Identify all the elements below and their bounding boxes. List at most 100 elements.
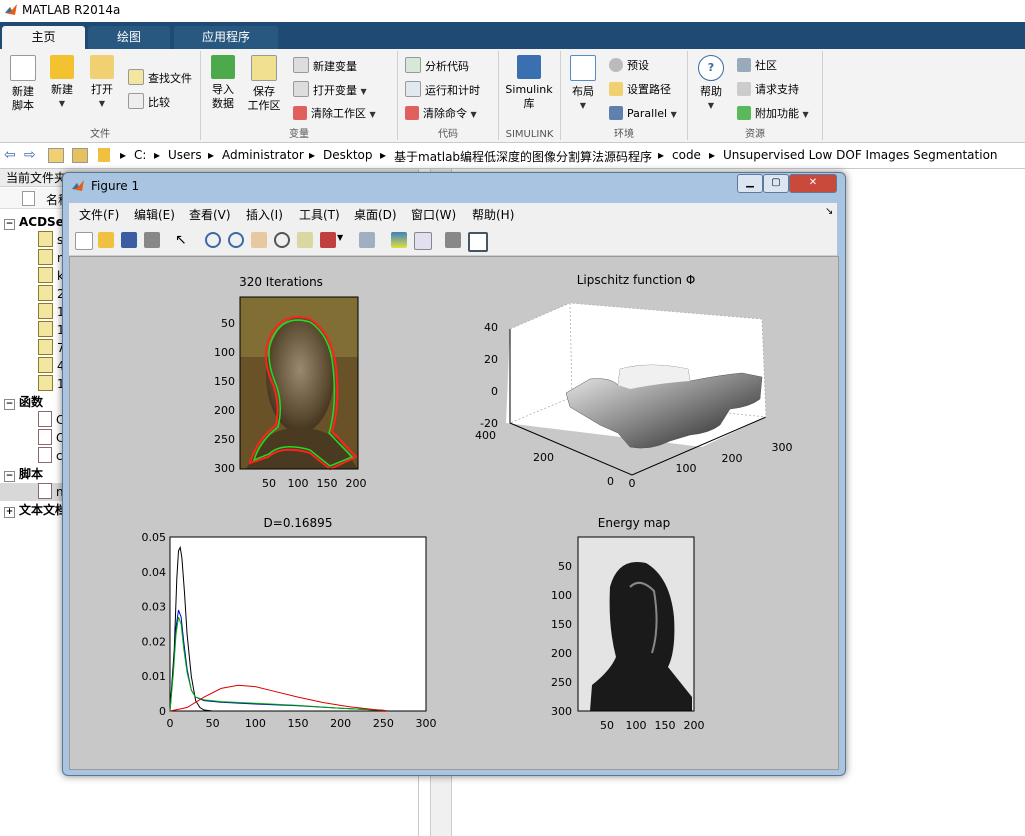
colorbar-icon[interactable] — [391, 232, 407, 248]
zoom-out-icon[interactable] — [228, 232, 244, 248]
open-file-icon[interactable] — [98, 232, 114, 248]
import-data-button[interactable]: 导入 数据 — [204, 51, 242, 111]
list-item[interactable]: C — [38, 411, 64, 429]
compare-button[interactable]: 比较 — [128, 93, 170, 111]
community-button[interactable]: 社区 — [737, 57, 777, 75]
tab-apps[interactable]: 应用程序 — [174, 26, 278, 49]
y-tick-label: 0.02 — [142, 635, 167, 648]
breadcrumb-segment[interactable]: C: — [134, 148, 146, 162]
svg-text:0: 0 — [491, 385, 498, 398]
print-icon[interactable] — [144, 232, 160, 248]
open-variable-button[interactable]: 打开变量 ▼ — [293, 81, 367, 99]
menu-file[interactable]: 文件(F) — [79, 206, 119, 223]
request-support-button[interactable]: 请求支持 — [737, 81, 799, 99]
new-figure-icon[interactable] — [75, 232, 93, 250]
svg-text:40: 40 — [484, 321, 498, 334]
dock-arrow-icon[interactable]: ↘ — [825, 206, 833, 217]
new-variable-button[interactable]: 新建变量 — [293, 57, 357, 75]
save-icon[interactable] — [121, 232, 137, 248]
pan-hand-icon[interactable] — [251, 232, 267, 248]
link-plot-icon[interactable] — [359, 232, 375, 248]
image-file-icon — [38, 339, 53, 355]
open-button[interactable]: 打开 ▼ — [83, 51, 121, 111]
clear-commands-button[interactable]: 清除命令 ▼ — [405, 105, 477, 123]
menu-desktop[interactable]: 桌面(D) — [354, 206, 397, 223]
pointer-icon[interactable]: ↖ — [175, 232, 191, 248]
back-arrow-icon[interactable]: ⇦ — [4, 147, 16, 163]
breadcrumb-segment[interactable]: Unsupervised Low DOF Images Segmentation — [723, 148, 998, 162]
forward-arrow-icon[interactable]: ⇨ — [24, 147, 36, 163]
preferences-button[interactable]: 预设 — [609, 57, 649, 75]
maximize-button[interactable]: ▢ — [763, 174, 789, 193]
menu-help[interactable]: 帮助(H) — [472, 206, 514, 223]
tree-group-text-docs[interactable]: + 文本文档 — [0, 501, 67, 519]
collapse-icon[interactable]: − — [4, 399, 15, 410]
list-item[interactable]: 2 — [38, 285, 65, 303]
parallel-button[interactable]: Parallel ▼ — [609, 105, 677, 123]
run-and-time-button[interactable]: 运行和计时 — [405, 81, 480, 99]
ribbon: 新建 脚本 新建 ▼ 打开 ▼ 查找文件 比较 文件 导入 数据 保存 工作区 … — [0, 49, 1025, 143]
breadcrumb-segment[interactable]: Administrator — [222, 148, 304, 162]
list-item[interactable]: 1 — [38, 321, 65, 339]
addons-button[interactable]: 附加功能 ▼ — [737, 105, 809, 123]
list-item[interactable]: n — [38, 249, 65, 267]
show-plot-tools-icon[interactable] — [468, 232, 488, 252]
y-axis-ticks: 0 0.01 0.02 0.03 0.04 0.05 — [142, 531, 167, 718]
tree-group-functions[interactable]: − 函数 — [0, 393, 43, 411]
import-icon — [211, 55, 235, 79]
list-item[interactable]: 7 — [38, 339, 65, 357]
breadcrumb-segment[interactable]: 基于matlab编程低深度的图像分割算法源码程序 — [394, 148, 652, 165]
legend-icon[interactable] — [414, 232, 432, 250]
brush-icon[interactable] — [320, 232, 336, 248]
list-item[interactable]: 1 — [38, 375, 65, 393]
plot-title: D=0.16895 — [264, 516, 333, 530]
list-item[interactable]: C — [38, 429, 64, 447]
chevron-down-icon[interactable]: ▼ — [337, 233, 343, 242]
minimize-button[interactable]: ▁ — [737, 174, 763, 193]
up-folder-icon[interactable] — [48, 148, 64, 163]
breadcrumb-segment[interactable]: Desktop — [323, 148, 373, 162]
tab-plots[interactable]: 绘图 — [88, 26, 170, 49]
expand-icon[interactable]: + — [4, 507, 15, 518]
menu-insert[interactable]: 插入(I) — [246, 206, 283, 223]
menu-edit[interactable]: 编辑(E) — [134, 206, 175, 223]
energy-map-plot: Energy map 50 100 150 200 250 300 50 100 — [551, 516, 705, 732]
image-file-icon — [38, 249, 53, 265]
y-tick-label: 0.01 — [142, 670, 167, 683]
new-script-button[interactable]: 新建 脚本 — [4, 51, 42, 113]
clear-workspace-button[interactable]: 清除工作区 ▼ — [293, 105, 376, 123]
zoom-in-icon[interactable] — [205, 232, 221, 248]
svg-text:200: 200 — [684, 719, 705, 732]
menu-window[interactable]: 窗口(W) — [411, 206, 456, 223]
figure-title-bar[interactable]: Figure 1 ▁ ▢ ✕ — [63, 173, 845, 201]
set-path-button[interactable]: 设置路径 — [609, 81, 671, 99]
collapse-icon[interactable]: − — [4, 219, 15, 230]
close-button[interactable]: ✕ — [789, 174, 837, 193]
tab-home[interactable]: 主页 — [2, 26, 85, 49]
chevron-down-icon: ▼ — [98, 99, 106, 108]
analyze-code-button[interactable]: 分析代码 — [405, 57, 469, 75]
list-item[interactable]: 1 — [38, 303, 65, 321]
menu-view[interactable]: 查看(V) — [189, 206, 231, 223]
list-item[interactable]: c — [38, 447, 63, 465]
data-cursor-icon[interactable] — [297, 232, 313, 248]
tree-group-scripts[interactable]: − 脚本 — [0, 465, 43, 483]
list-item[interactable]: 4 — [38, 357, 65, 375]
new-button[interactable]: 新建 ▼ — [43, 51, 81, 111]
list-item[interactable]: s — [38, 231, 63, 249]
rotate-3d-icon[interactable] — [274, 232, 290, 248]
simulink-library-button[interactable]: Simulink 库 — [503, 51, 555, 111]
collapse-icon[interactable]: − — [4, 471, 15, 482]
save-workspace-button[interactable]: 保存 工作区 — [245, 51, 283, 113]
breadcrumb-segment[interactable]: code — [672, 148, 701, 162]
menu-tools[interactable]: 工具(T) — [299, 206, 340, 223]
hide-plot-tools-icon[interactable] — [445, 232, 461, 248]
community-icon — [737, 58, 751, 72]
breadcrumb-segment[interactable]: Users — [168, 148, 202, 162]
list-item[interactable]: k — [38, 267, 64, 285]
find-files-button[interactable]: 查找文件 — [128, 69, 192, 87]
x-tick-label: 100 — [245, 717, 266, 730]
layout-button[interactable]: 布局 ▼ — [564, 51, 602, 113]
browse-folder-icon[interactable] — [72, 148, 88, 163]
help-button[interactable]: ? 帮助 ▼ — [692, 51, 730, 113]
